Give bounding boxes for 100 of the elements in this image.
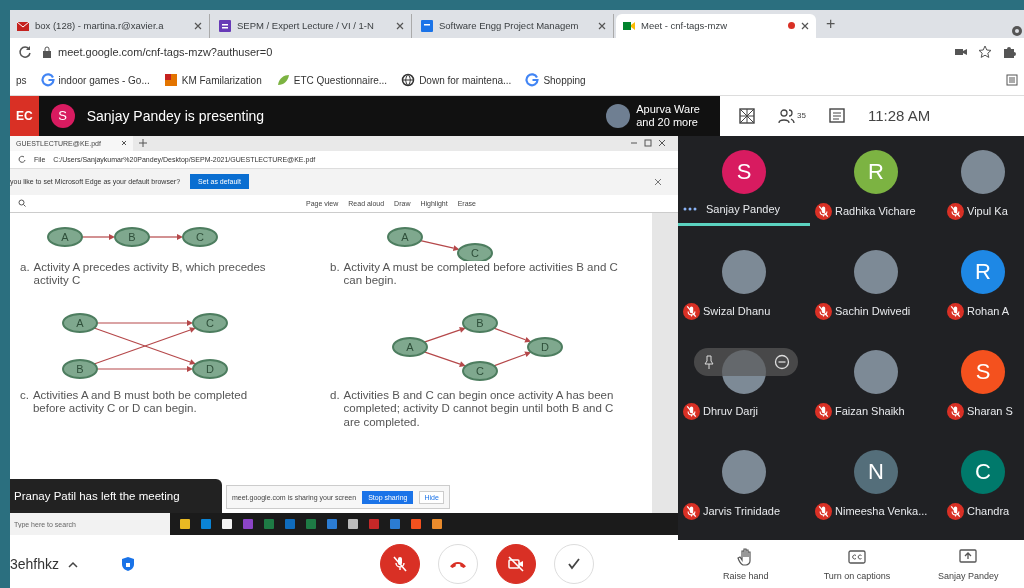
- photo-placeholder: [961, 149, 1005, 194]
- taskbar-app-icon[interactable]: [179, 518, 191, 531]
- item-marker: a.: [20, 260, 30, 275]
- browser-tab[interactable]: Meet - cnf-tags-mzw: [616, 13, 816, 38]
- participant-name: Vipul Ka: [967, 205, 1008, 218]
- address-url[interactable]: meet.google.com/cnf-tags-mzw?authuser=0: [58, 45, 273, 58]
- participant-avatar: R: [961, 249, 1005, 294]
- lock-icon: [42, 45, 52, 58]
- diagram-caption: Activities B and C can begin once activity A has been completed; activity D cannot begin until both B and C are completed.: [343, 389, 615, 429]
- phone-hang-up-icon: [450, 560, 466, 568]
- photo-placeholder: [854, 249, 898, 294]
- bookmark-link[interactable]: Down for maintena...: [419, 74, 512, 86]
- close-icon[interactable]: [193, 20, 203, 31]
- profile-icon[interactable]: [1010, 23, 1024, 38]
- taskbar-app-icon[interactable]: [347, 518, 359, 531]
- chat-icon[interactable]: [827, 106, 846, 125]
- reload-icon[interactable]: [18, 44, 32, 59]
- presenting-title: Sanjay Pandey is presenting: [86, 107, 266, 124]
- bookmark-link[interactable]: KM Familarization: [181, 74, 262, 86]
- item-marker: d.: [330, 389, 340, 404]
- taskbar-app-icon[interactable]: [221, 518, 233, 531]
- participant-name: Swizal Dhanu: [703, 305, 771, 318]
- meeting-code[interactable]: 3ehfhkz: [10, 556, 60, 573]
- diagram-caption: Activity A precedes activity B, which precedes activity C: [33, 260, 267, 288]
- participant-avatar: N: [854, 449, 898, 494]
- close-icon[interactable]: [597, 20, 607, 31]
- scrollbar[interactable]: [652, 212, 678, 514]
- hangup-button[interactable]: [438, 544, 478, 585]
- recording-badge: EC: [10, 95, 39, 136]
- participant-name: Rohan A: [967, 305, 1010, 318]
- close-icon[interactable]: [800, 20, 810, 31]
- check-button[interactable]: [554, 544, 594, 585]
- grid-layout-icon[interactable]: [738, 106, 756, 125]
- item-marker: c.: [20, 389, 29, 404]
- caret-icon[interactable]: [67, 559, 80, 570]
- participant-name: Sachin Dwivedi: [835, 305, 911, 318]
- participant-name: Sanjay Pandey: [706, 202, 780, 215]
- globe-icon: [401, 73, 416, 88]
- meeting-notification: Pranay Patil has left the meeting: [10, 479, 222, 514]
- captions-action-button[interactable]: Turn on captions: [801, 547, 913, 582]
- photo-placeholder: [722, 449, 766, 494]
- participant-avatar: S: [961, 349, 1005, 394]
- diagram-caption: Activities A and B must both be completed before activity C or D can begin.: [32, 389, 249, 416]
- browser-tab[interactable]: Software Engg Project Managem: [414, 13, 614, 38]
- avatar-photo: [606, 103, 631, 128]
- close-icon[interactable]: [654, 177, 662, 186]
- remove-icon[interactable]: [774, 353, 790, 370]
- taskbar-app-icon[interactable]: [431, 518, 443, 531]
- participant-avatar: R: [854, 149, 898, 194]
- plus-icon[interactable]: [138, 139, 147, 148]
- browser-tab[interactable]: SEPM / Expert Lecture / VI / 1-N: [212, 13, 412, 38]
- colored-ring-icon: [525, 73, 540, 88]
- colored-ring-icon: [40, 73, 55, 88]
- shield-icon[interactable]: [121, 556, 136, 573]
- close-icon[interactable]: [658, 139, 666, 148]
- pin-icon[interactable]: [702, 354, 716, 369]
- bookmark-link[interactable]: Shopping: [543, 74, 586, 86]
- people-icon: [778, 107, 796, 124]
- search-icon[interactable]: [18, 199, 26, 208]
- browser-tab[interactable]: box (128) - martina.r@xavier.a: [10, 13, 210, 38]
- form-icon: [218, 18, 232, 33]
- participant-name: Sharan S: [967, 405, 1013, 418]
- diagram-caption: Activity A must be completed before activities B and C can begin.: [343, 260, 619, 288]
- photo-placeholder: [854, 349, 898, 394]
- reload-icon[interactable]: [18, 155, 26, 164]
- new-tab-button[interactable]: +: [818, 14, 844, 33]
- participant-name: Apurva Ware: [636, 103, 700, 116]
- participant-name: Dhruv Darji: [703, 405, 758, 418]
- participant-name: Chandra: [967, 505, 1010, 518]
- present-action-button[interactable]: Sanjay Pandey: [912, 547, 1024, 582]
- leaf-icon: [275, 73, 290, 88]
- camera-button[interactable]: [496, 544, 536, 585]
- activity-network-drawing: A B C D: [392, 313, 563, 382]
- activity-network-drawing: A C: [387, 226, 493, 261]
- presenter-avatar: S: [50, 103, 75, 128]
- participant-name: Nimeesha Venka...: [835, 505, 928, 518]
- activity-network-drawing: A B C: [47, 226, 218, 247]
- participant-avatar: C: [961, 449, 1005, 494]
- participant-name: Radhika Vichare: [835, 205, 916, 218]
- maximize-icon[interactable]: [644, 139, 652, 148]
- photo-placeholder: [722, 249, 766, 294]
- clock-time: 11:28 AM: [867, 107, 931, 125]
- close-icon[interactable]: [395, 20, 405, 31]
- puzzle-icon[interactable]: [1002, 44, 1016, 59]
- participant-avatar: S: [722, 149, 766, 194]
- document-icon: [420, 18, 434, 33]
- hand-action-button[interactable]: Raise hand: [690, 547, 802, 582]
- bookmark-link[interactable]: indoor games - Go...: [58, 74, 150, 86]
- participant-name: Jarvis Trinidade: [703, 505, 781, 518]
- colored-square-icon: [163, 73, 178, 88]
- more-participants-text: and 20 more: [636, 115, 699, 129]
- bookmark-link[interactable]: ps: [16, 74, 27, 86]
- participant-name: Faizan Shaikh: [835, 405, 905, 418]
- close-icon[interactable]: [120, 140, 127, 147]
- item-marker: b.: [330, 260, 340, 275]
- activity-network-drawing: A B C D: [62, 313, 228, 380]
- bookmark-link[interactable]: ETC Questionnaire...: [293, 74, 388, 86]
- people-button[interactable]: 35: [778, 107, 806, 124]
- star-icon[interactable]: [978, 44, 992, 59]
- mic-button[interactable]: [380, 544, 420, 585]
